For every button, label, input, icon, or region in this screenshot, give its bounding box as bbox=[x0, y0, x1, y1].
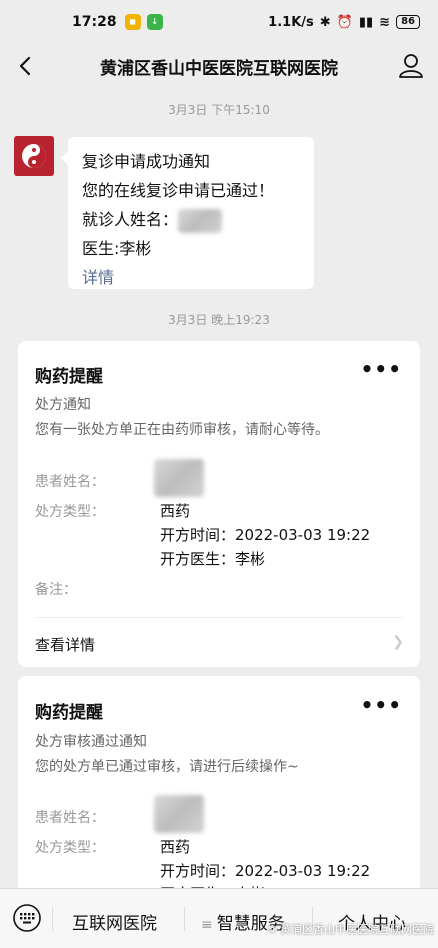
profile-icon[interactable] bbox=[396, 50, 426, 80]
prescription-time: 开方时间：2022-03-03 19:22 bbox=[160, 862, 371, 880]
blurred-name bbox=[154, 459, 204, 497]
message-bubble[interactable]: 复诊申请成功通知 您的在线复诊申请已通过！ 就诊人姓名： 医生:李彬 详情 bbox=[61, 137, 314, 292]
network-speed: 1.1K/s bbox=[268, 14, 314, 30]
view-details-button[interactable]: 查看详情 bbox=[35, 634, 95, 655]
more-icon[interactable]: ••• bbox=[361, 693, 402, 717]
message-line: 就诊人姓名： bbox=[82, 205, 300, 234]
card-title: 购药提醒 bbox=[35, 367, 103, 387]
wifi-icon: ≋ bbox=[379, 14, 391, 30]
back-icon[interactable] bbox=[12, 52, 40, 80]
alarm-icon: ⏰ bbox=[336, 14, 353, 30]
menu-item-label: 互联网医院 bbox=[72, 914, 157, 934]
message-line: 您的在线复诊申请已通过！ bbox=[82, 181, 275, 200]
blurred-name bbox=[178, 208, 223, 233]
divider bbox=[52, 907, 53, 931]
page-title: 黄浦区香山中医医院互联网医院 bbox=[100, 58, 338, 79]
note-label: 备注： bbox=[35, 582, 77, 598]
patient-name-label: 患者姓名： bbox=[35, 810, 105, 826]
status-bar: 17:28 ◼ ↓ 1.1K/s ✱ ⏰ ▮▮ ≋ 86 bbox=[0, 0, 438, 44]
prescription-type-label: 处方类型： bbox=[35, 504, 105, 520]
prescription-doctor: 开方医生：李彬 bbox=[160, 550, 266, 568]
prescription-type-label: 处方类型： bbox=[35, 840, 105, 856]
message-timestamp: 3月3日 下午15:10 bbox=[168, 103, 270, 117]
hospital-avatar[interactable] bbox=[14, 136, 54, 176]
card-timestamp: 3月3日 晚上19:23 bbox=[168, 313, 270, 327]
watermark: ❁ 黄浦区香山中医医院互联网医院 bbox=[268, 921, 434, 937]
prescription-time: 开方时间：2022-03-03 19:22 bbox=[160, 526, 371, 544]
menu-item-hospital[interactable]: 互联网医院 bbox=[72, 909, 157, 934]
prescription-approved-card[interactable]: 购药提醒 ••• 处方审核通过通知 您的处方单已通过审核，请进行后续操作~ 患者… bbox=[18, 676, 420, 906]
signal-icon: ▮▮ bbox=[358, 14, 374, 30]
prescription-card[interactable]: 购药提醒 ••• 处方通知 您有一张处方单正在由药师审核，请耐心等待。 患者姓名… bbox=[18, 341, 420, 667]
notification-icon: ◼ bbox=[124, 14, 141, 30]
menu-icon: ≡ bbox=[201, 917, 213, 933]
card-description: 您有一张处方单正在由药师审核，请耐心等待。 bbox=[35, 422, 329, 438]
nav-bar: 黄浦区香山中医医院互联网医院 bbox=[0, 44, 438, 88]
message-title: 复诊申请成功通知 bbox=[82, 152, 211, 171]
blurred-name bbox=[154, 795, 204, 833]
download-icon: ↓ bbox=[146, 14, 163, 30]
prescription-type-value: 西药 bbox=[160, 838, 191, 856]
card-description: 您的处方单已通过审核，请进行后续操作~ bbox=[35, 759, 299, 775]
card-subtitle: 处方通知 bbox=[35, 397, 91, 413]
more-icon[interactable]: ••• bbox=[361, 357, 402, 381]
battery-icon: 86 bbox=[396, 15, 420, 29]
message-line: 医生:李彬 bbox=[82, 239, 152, 258]
card-title: 购药提醒 bbox=[35, 703, 103, 723]
patient-name-label: 就诊人姓名： bbox=[82, 210, 179, 229]
keyboard-icon[interactable] bbox=[12, 903, 42, 933]
divider bbox=[35, 617, 403, 618]
status-time: 17:28 bbox=[72, 14, 117, 30]
patient-name-label: 患者姓名： bbox=[35, 474, 105, 490]
card-subtitle: 处方审核通过通知 bbox=[35, 734, 147, 750]
divider bbox=[184, 907, 185, 931]
prescription-type-value: 西药 bbox=[160, 502, 191, 520]
chevron-right-icon: ❯ bbox=[392, 634, 404, 650]
details-link[interactable]: 详情 bbox=[82, 263, 300, 292]
bluetooth-icon: ✱ bbox=[319, 14, 331, 30]
wechat-icon: ❁ bbox=[267, 922, 277, 936]
yin-yang-icon bbox=[22, 144, 46, 168]
watermark-text: 黄浦区香山中医医院互联网医院 bbox=[280, 923, 434, 936]
bottom-menu: 互联网医院 ≡ 智慧服务 个人中心 ❁ 黄浦区香山中医医院互联网医院 bbox=[0, 888, 438, 948]
